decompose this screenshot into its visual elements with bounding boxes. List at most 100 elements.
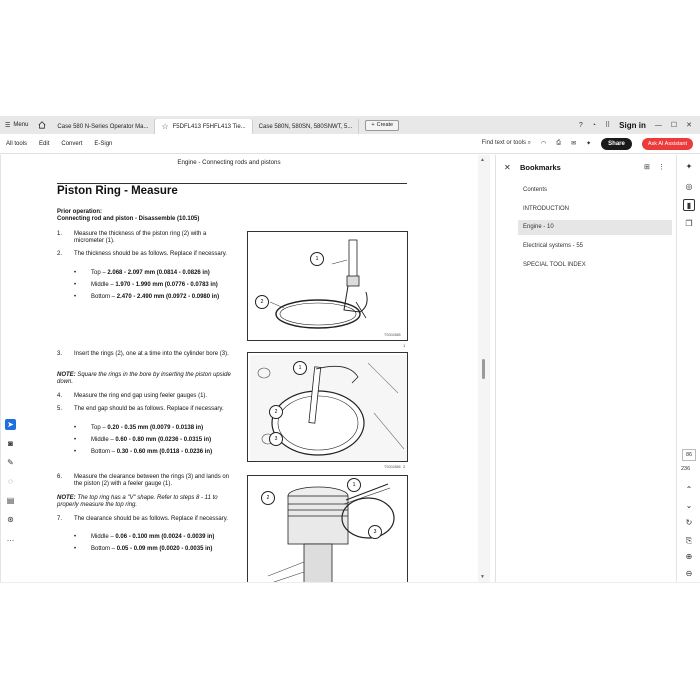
current-page-field[interactable]: 86 <box>682 449 696 461</box>
create-button[interactable]: + Create <box>365 119 400 131</box>
tab-operator-manual[interactable]: Case 580 N-Series Operator Ma... <box>51 119 156 134</box>
bookmark-contents[interactable]: Contents <box>518 183 672 198</box>
step-number: 7. <box>57 516 63 522</box>
headphones-icon[interactable]: ◠ <box>541 140 546 147</box>
scrollbar-thumb[interactable] <box>482 359 485 379</box>
bullet-label: Top – <box>91 270 106 276</box>
scroll-down-icon[interactable]: ▼ <box>480 574 485 580</box>
zoom-out-icon[interactable]: ⊖ <box>683 568 695 580</box>
ask-ai-assistant-button[interactable]: Ask AI Assistant <box>641 137 693 150</box>
apps-grid-icon[interactable]: ⠿ <box>605 121 610 129</box>
step-number: 3. <box>57 351 63 357</box>
document-scrollbar[interactable]: ▲ ▼ <box>478 155 490 582</box>
bookmark-engine[interactable]: Engine - 10 <box>518 220 672 235</box>
edit-button[interactable]: Edit <box>33 141 55 147</box>
tab-active-document[interactable]: ☆ F5DFL413 F5HFL413 Tie... <box>155 119 253 134</box>
pen-icon[interactable]: ✎ <box>5 457 16 468</box>
home-button[interactable] <box>33 116 51 134</box>
stamp-icon[interactable]: ⊛ <box>5 514 16 525</box>
ai-assistant-icon[interactable]: ✦ <box>683 161 695 173</box>
figure-number: 1 <box>403 343 406 348</box>
step-text: Measure the thickness of the piston ring… <box>74 231 207 245</box>
total-pages: 236 <box>681 466 691 472</box>
callout-3: 3 <box>269 432 283 446</box>
title-rule <box>57 183 407 184</box>
esign-button[interactable]: E-Sign <box>88 141 118 147</box>
step-text: Measure the clearance between the rings … <box>74 474 230 488</box>
chevron-down-icon[interactable]: ⌄ <box>683 500 695 512</box>
zoom-in-icon[interactable]: ⊕ <box>683 551 695 563</box>
lasso-icon[interactable]: ◌ <box>5 476 16 487</box>
cursor-icon[interactable]: ➤ <box>5 419 16 430</box>
document-page: Engine - Connecting rods and pistons Pis… <box>41 155 417 582</box>
bottom-margin <box>0 582 700 700</box>
gap-bullet-bottom: • Bottom – 0.30 - 0.60 mm (0.0118 - 0.02… <box>74 449 213 455</box>
all-tools-button[interactable]: All tools <box>0 141 33 147</box>
pdf-reader-window: ☰ Menu Case 580 N-Series Operator Ma... … <box>0 0 700 700</box>
convert-button[interactable]: Convert <box>55 141 88 147</box>
sign-in-button[interactable]: Sign in <box>619 121 646 130</box>
chevron-up-icon[interactable]: ⌃ <box>683 484 695 496</box>
bookmark-special-tool-index[interactable]: SPECIAL TOOL INDEX <box>518 258 672 273</box>
step-number: 6. <box>57 474 63 480</box>
bullet-value: 0.20 - 0.35 mm (0.0079 - 0.0138 in) <box>107 425 204 431</box>
bullet-label: Middle – <box>91 282 114 288</box>
tab-service-manual[interactable]: Case 580N, 580SN, 580SNWT, 5... <box>253 119 360 134</box>
create-label: Create <box>376 122 394 128</box>
bookmark-introduction[interactable]: INTRODUCTION <box>518 202 672 217</box>
close-icon[interactable]: ✕ <box>686 121 692 129</box>
menu-button[interactable]: ☰ Menu <box>0 116 33 134</box>
step-1: 1. Measure the thickness of the piston r… <box>57 231 237 246</box>
tab-label: Case 580N, 580SN, 580SNWT, 5... <box>258 123 353 130</box>
tab-bar: ☰ Menu Case 580 N-Series Operator Ma... … <box>0 116 700 134</box>
note-label: NOTE: <box>57 495 76 501</box>
gap-bullet-top: • Top – 0.20 - 0.35 mm (0.0079 - 0.0138 … <box>74 425 204 431</box>
find-text-button[interactable]: Find text or tools ⌕ <box>482 140 531 147</box>
note-1: NOTE: Square the rings in the bore by in… <box>57 372 237 386</box>
comment-icon[interactable]: ◙ <box>5 438 16 449</box>
bullet-label: Middle – <box>91 534 114 540</box>
bookmarks-title: Bookmarks <box>520 163 561 172</box>
bookmark-electrical-systems[interactable]: Electrical systems - 55 <box>518 239 672 254</box>
callout-2: 2 <box>255 295 269 309</box>
bullet-value: 2.470 - 2.490 mm (0.0972 - 0.0980 in) <box>116 294 220 300</box>
callout-1: 1 <box>347 478 361 492</box>
figure-1-micrometer: 1 2 TS002885 <box>247 231 408 341</box>
window-controls: ? ◔ ⠿ Sign in — ☐ ✕ <box>579 121 700 130</box>
bookmark-panel-icon[interactable]: ▮ <box>683 199 695 211</box>
maximize-icon[interactable]: ☐ <box>671 121 677 129</box>
figure-2-cylinder-bore: 1 2 3 <box>247 352 408 462</box>
note-2: NOTE: The top ring has a "V" shape. Refe… <box>57 495 237 509</box>
callout-3: 3 <box>368 525 382 539</box>
help-icon[interactable]: ? <box>579 122 583 129</box>
minimize-icon[interactable]: — <box>655 122 662 129</box>
text-box-icon[interactable]: ▤ <box>5 495 16 506</box>
prior-operation: Prior operation: Connecting rod and pist… <box>57 209 199 223</box>
add-bookmark-icon[interactable]: ⊞ <box>644 163 650 171</box>
print-icon[interactable]: ⎙ <box>556 140 561 147</box>
share-button[interactable]: Share <box>601 137 632 150</box>
step-6: 6. Measure the clearance between the rin… <box>57 474 237 489</box>
scroll-up-icon[interactable]: ▲ <box>480 157 485 163</box>
callout-1: 1 <box>293 361 307 375</box>
save-page-icon[interactable]: ⎘ <box>683 535 695 547</box>
find-text-label: Find text or tools <box>481 140 526 146</box>
thickness-bullet-top: • Top – 2.068 - 2.097 mm (0.0814 - 0.082… <box>74 270 210 276</box>
star-icon[interactable]: ☆ <box>161 122 168 131</box>
comment-icon[interactable]: ◎ <box>683 181 695 193</box>
bullet-label: Top – <box>91 425 106 431</box>
step-3: 3. Insert the rings (2), one at a time i… <box>57 351 237 358</box>
rotate-icon[interactable]: ↻ <box>683 517 695 529</box>
home-icon <box>38 121 46 129</box>
more-icon[interactable]: … <box>5 533 16 544</box>
left-tool-rail: ➤ ◙ ✎ ◌ ▤ ⊛ … <box>0 155 20 582</box>
bell-icon[interactable]: ◔ <box>592 122 596 129</box>
tab-label: F5DFL413 F5HFL413 Tie... <box>172 123 246 130</box>
step-text: The clearance should be as follows. Repl… <box>74 516 228 522</box>
bullet-label: Bottom – <box>91 294 116 300</box>
ai-sparkle-icon[interactable]: ✦ <box>586 140 591 147</box>
bookmark-options-icon[interactable]: ⋮ <box>658 163 665 171</box>
close-panel-icon[interactable]: ✕ <box>504 163 511 172</box>
page-thumbnails-icon[interactable]: ❐ <box>683 218 695 230</box>
email-icon[interactable]: ✉ <box>571 140 576 147</box>
